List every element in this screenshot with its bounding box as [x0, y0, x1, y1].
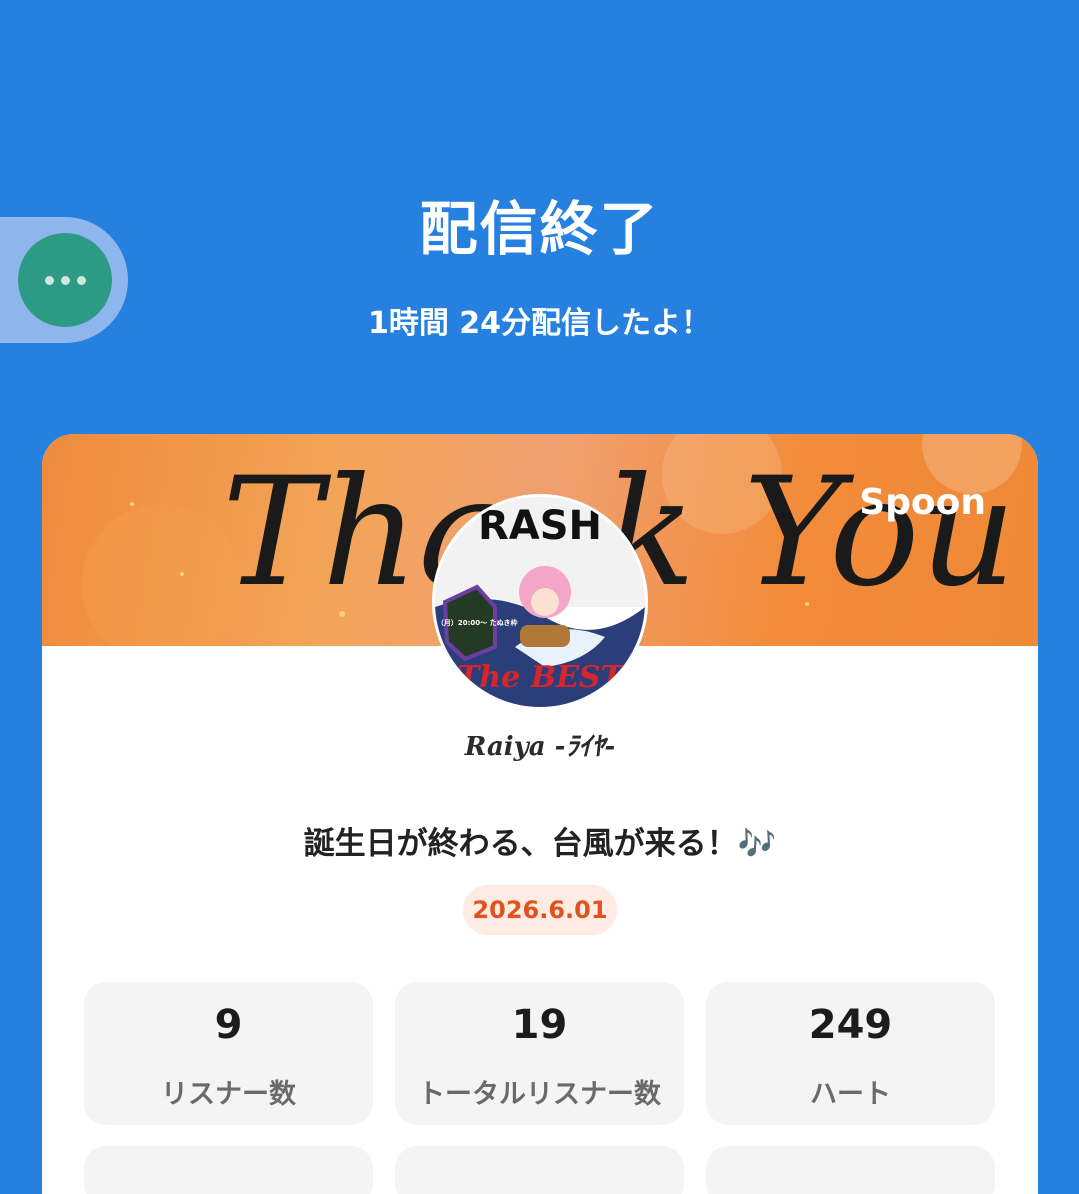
- page-title: 配信終了: [419, 195, 660, 263]
- stat-label: リスナー数: [161, 1079, 296, 1110]
- stat-value: 19: [511, 1002, 568, 1048]
- date-badge: 2026.6.01: [463, 885, 617, 935]
- stat-label: トータルリスナー数: [418, 1079, 661, 1110]
- stat-card-partial: [84, 1146, 373, 1194]
- stat-card-partial: [706, 1146, 995, 1194]
- stat-value: 249: [808, 1002, 893, 1048]
- spoon-logo: Spoon: [859, 482, 986, 523]
- stat-hearts: 249 ハート: [706, 982, 995, 1125]
- summary-card: Thank You Spoon RASH The BEST 6/1（月）20:0…: [42, 434, 1038, 1194]
- avatar-bottom-text: The BEST: [457, 660, 626, 695]
- broadcast-duration: 1時間 24分配信したよ！: [367, 306, 712, 341]
- stat-total-listeners: 19 トータルリスナー数: [395, 982, 684, 1125]
- avatar-top-text: RASH: [478, 503, 602, 549]
- more-horizontal-icon: [44, 275, 54, 285]
- broadcast-caption: 誕生日が終わる、台風が来る！🎶: [42, 818, 1038, 863]
- more-button[interactable]: [18, 233, 112, 327]
- avatar: RASH The BEST 6/1（月）20:00〜 たぬき枠: [435, 497, 645, 707]
- username: Raiya -ﾗｲﾔ-: [464, 732, 616, 762]
- stat-value: 9: [214, 1002, 243, 1048]
- stat-card-partial: [395, 1146, 684, 1194]
- stat-listeners: 9 リスナー数: [84, 982, 373, 1125]
- music-notes-icon: 🎶: [737, 826, 777, 862]
- stat-label: ハート: [810, 1079, 891, 1110]
- caption-text: 誕生日が終わる、台風が来る！: [303, 826, 738, 862]
- avatar-event-text: 6/1（月）20:00〜 たぬき枠: [435, 618, 517, 627]
